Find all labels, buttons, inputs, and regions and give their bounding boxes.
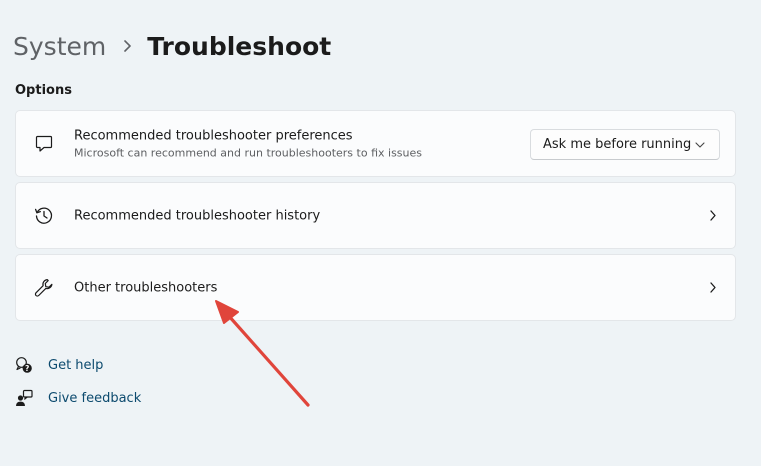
chevron-down-icon xyxy=(695,141,705,148)
svg-text:?: ? xyxy=(25,364,29,373)
feedback-icon xyxy=(15,389,33,407)
preferences-text: Recommended troubleshooter preferences M… xyxy=(74,127,422,160)
breadcrumb: System Troubleshoot xyxy=(13,26,331,66)
page-title: Troubleshoot xyxy=(147,31,332,61)
other-troubleshooters-text: Other troubleshooters xyxy=(74,279,217,296)
troubleshooter-history-card[interactable]: Recommended troubleshooter history xyxy=(15,182,736,249)
history-icon xyxy=(33,205,55,227)
get-help-link[interactable]: ? Get help xyxy=(15,355,103,375)
wrench-icon xyxy=(33,277,55,299)
preferences-title: Recommended troubleshooter preferences xyxy=(74,128,353,143)
other-troubleshooters-title: Other troubleshooters xyxy=(74,280,218,295)
chevron-right-icon xyxy=(708,209,718,223)
run-preference-dropdown[interactable]: Ask me before running xyxy=(530,129,720,160)
other-troubleshooters-card[interactable]: Other troubleshooters xyxy=(15,254,736,321)
give-feedback-link[interactable]: Give feedback xyxy=(15,388,141,408)
history-text: Recommended troubleshooter history xyxy=(74,207,320,224)
breadcrumb-chevron-icon xyxy=(123,39,132,53)
options-section-label: Options xyxy=(15,83,72,98)
chat-bubble-icon xyxy=(33,133,55,155)
preferences-description: Microsoft can recommend and run troubles… xyxy=(74,146,422,159)
troubleshooter-preferences-card: Recommended troubleshooter preferences M… xyxy=(15,110,736,177)
get-help-label[interactable]: Get help xyxy=(48,358,103,373)
breadcrumb-system[interactable]: System xyxy=(13,32,106,61)
history-title: Recommended troubleshooter history xyxy=(74,208,321,223)
give-feedback-label[interactable]: Give feedback xyxy=(48,391,141,406)
help-icon: ? xyxy=(15,356,33,374)
dropdown-selected-value: Ask me before running xyxy=(543,137,692,152)
chevron-right-icon xyxy=(708,281,718,295)
